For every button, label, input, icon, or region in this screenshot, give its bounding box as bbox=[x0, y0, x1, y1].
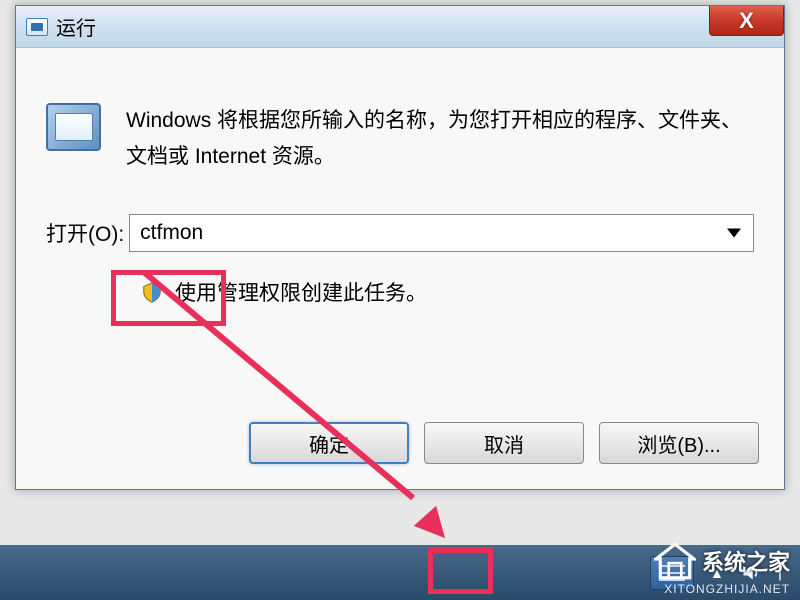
dialog-description: Windows 将根据您所输入的名称，为您打开相应的程序、文件夹、文档或 Int… bbox=[126, 103, 754, 174]
browse-button[interactable]: 浏览(B)... bbox=[599, 422, 759, 464]
open-combobox[interactable]: ctfmon bbox=[129, 214, 754, 252]
tray-divider: | bbox=[770, 545, 790, 600]
dialog-title: 运行 bbox=[56, 12, 96, 41]
taskbar[interactable]: ▲ | bbox=[0, 545, 800, 600]
close-icon: X bbox=[739, 8, 754, 34]
ok-button[interactable]: 确定 bbox=[249, 422, 409, 464]
volume-icon[interactable] bbox=[732, 545, 770, 600]
annotation-arrow-head bbox=[414, 506, 456, 548]
run-program-icon bbox=[46, 103, 101, 151]
open-input-value: ctfmon bbox=[140, 221, 203, 245]
shield-icon bbox=[141, 280, 163, 304]
admin-privilege-text: 使用管理权限创建此任务。 bbox=[175, 277, 427, 307]
show-hidden-icons[interactable]: ▲ bbox=[702, 545, 732, 600]
close-button[interactable]: X bbox=[709, 6, 784, 36]
ime-tray-icon[interactable] bbox=[642, 545, 702, 600]
cancel-button[interactable]: 取消 bbox=[424, 422, 584, 464]
titlebar[interactable]: 运行 X bbox=[16, 6, 784, 48]
run-dialog: 运行 X Windows 将根据您所输入的名称，为您打开相应的程序、文件夹、文档… bbox=[15, 5, 785, 490]
open-label: 打开(O): bbox=[46, 218, 124, 248]
chevron-down-icon[interactable] bbox=[727, 229, 741, 238]
dialog-body: Windows 将根据您所输入的名称，为您打开相应的程序、文件夹、文档或 Int… bbox=[16, 48, 784, 489]
run-title-icon bbox=[26, 18, 48, 36]
